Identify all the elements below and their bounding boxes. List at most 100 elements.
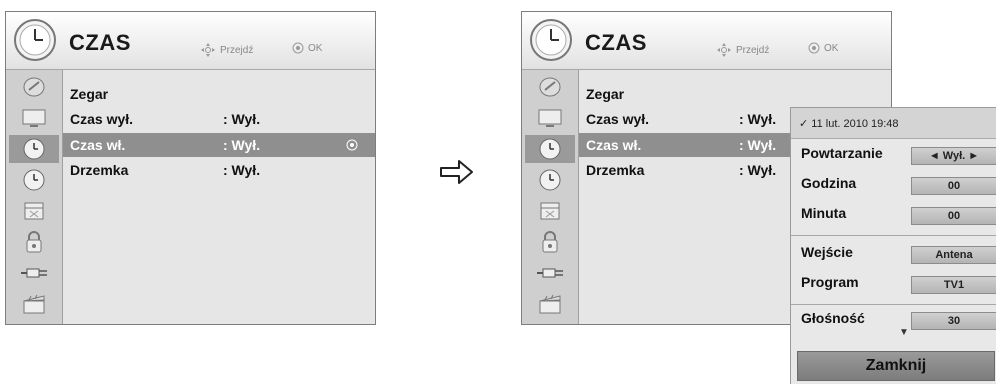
menu-row-label: Zegar	[586, 86, 625, 102]
clock-icon	[530, 19, 572, 61]
popup-row-program[interactable]: Program TV1	[791, 270, 996, 300]
input-plug-icon	[537, 268, 563, 278]
sidebar-time-alt[interactable]	[9, 166, 59, 194]
popup-row-input[interactable]: Wejście Antena	[791, 240, 996, 270]
navigate-hint-label: Przejdź	[736, 44, 770, 56]
sidebar-time-alt[interactable]	[525, 166, 575, 194]
ok-hint: OK	[808, 42, 838, 54]
menu-row-value: : Wył.	[739, 137, 777, 153]
ok-hint-label: OK	[308, 42, 323, 54]
sidebar-time[interactable]	[525, 135, 575, 163]
menu-row-label: Czas wył.	[586, 111, 650, 127]
clock-icon	[23, 138, 45, 160]
sidebar-lock[interactable]	[525, 228, 575, 256]
input-label: Wejście	[801, 244, 853, 260]
current-date-text: 11 lut. 2010 19:48	[811, 118, 899, 130]
minute-label: Minuta	[801, 205, 847, 221]
time-menu-screen-before: CZAS Przejdź OK Zegar Czas wył.: Wył. C…	[5, 11, 376, 325]
clock-icon	[539, 138, 561, 160]
menu-header: CZAS Przejdź OK	[522, 12, 891, 70]
popup-row-volume[interactable]: Głośność 30	[791, 306, 996, 336]
lock-icon	[542, 231, 558, 253]
menu-row-clock[interactable]: Zegar	[63, 82, 375, 106]
repeat-label: Powtarzanie	[801, 145, 883, 161]
sidebar-input[interactable]	[9, 259, 59, 287]
program-label: Program	[801, 274, 859, 290]
clock-icon	[539, 169, 561, 191]
volume-field[interactable]: 30	[911, 312, 996, 330]
sidebar-satellite[interactable]	[9, 73, 59, 101]
hour-field[interactable]: 00	[911, 177, 996, 195]
sidebar-picture[interactable]	[525, 104, 575, 132]
menu-row-label: Drzemka	[586, 162, 645, 178]
menu-header: CZAS Przejdź OK	[6, 12, 375, 70]
menu-row-clock[interactable]: Zegar	[579, 82, 891, 106]
sidebar-input[interactable]	[525, 259, 575, 287]
lock-icon	[26, 231, 42, 253]
menu-row-value: : Wył.	[223, 162, 261, 178]
minute-field[interactable]: 00	[911, 207, 996, 225]
sidebar-time[interactable]	[9, 135, 59, 163]
popup-row-repeat[interactable]: Powtarzanie ◄ Wył. ►	[791, 141, 996, 171]
clock-icon	[23, 169, 45, 191]
clapperboard-icon	[539, 294, 561, 314]
dpad-icon	[201, 43, 215, 57]
clock-icon	[14, 19, 56, 61]
popup-divider	[791, 304, 996, 305]
navigate-hint: Przejdź	[716, 42, 769, 58]
ok-button-icon	[346, 139, 358, 151]
on-time-settings-popup: ✓ 11 lut. 2010 19:48 Powtarzanie ◄ Wył. …	[790, 107, 996, 384]
navigate-hint: Przejdź	[200, 42, 253, 58]
sidebar-picture[interactable]	[9, 104, 59, 132]
sidebar-calendar[interactable]	[525, 197, 575, 225]
menu-row-label: Czas wył.	[70, 111, 134, 127]
category-sidebar	[6, 70, 63, 324]
input-plug-icon	[21, 268, 47, 278]
current-date-bar: ✓ 11 lut. 2010 19:48	[791, 108, 996, 139]
menu-row-value: : Wył.	[739, 111, 777, 127]
popup-row-hour[interactable]: Godzina 00	[791, 171, 996, 201]
calendar-icon	[24, 202, 44, 220]
popup-divider	[791, 235, 996, 236]
ok-button-icon	[292, 42, 304, 54]
tv-screen-icon	[22, 109, 46, 127]
navigate-hint-label: Przejdź	[220, 44, 254, 56]
menu-row-on-time[interactable]: Czas wł. : Wył.	[63, 133, 375, 157]
scroll-down-icon[interactable]: ▼	[899, 327, 909, 338]
menu-title: CZAS	[585, 30, 647, 55]
sidebar-media[interactable]	[9, 290, 59, 318]
program-field[interactable]: TV1	[911, 276, 996, 294]
dpad-icon	[717, 43, 731, 57]
satellite-icon	[539, 77, 561, 97]
tv-screen-icon	[538, 109, 562, 127]
menu-row-label: Czas wł.	[586, 137, 642, 153]
menu-row-label: Czas wł.	[70, 137, 126, 153]
menu-row-value: : Wył.	[223, 137, 261, 153]
sidebar-lock[interactable]	[9, 228, 59, 256]
menu-row-label: Drzemka	[70, 162, 129, 178]
close-button[interactable]: Zamknij	[797, 351, 995, 381]
menu-row-label: Zegar	[70, 86, 109, 102]
clapperboard-icon	[23, 294, 45, 314]
menu-title: CZAS	[69, 30, 131, 55]
popup-row-minute[interactable]: Minuta 00	[791, 201, 996, 231]
sidebar-calendar[interactable]	[9, 197, 59, 225]
ok-button-icon	[808, 42, 820, 54]
calendar-icon	[540, 202, 560, 220]
volume-label: Głośność	[801, 310, 865, 326]
satellite-icon	[23, 77, 45, 97]
hour-label: Godzina	[801, 175, 857, 191]
ok-hint-label: OK	[824, 42, 839, 54]
menu-row-value: : Wył.	[223, 111, 261, 127]
sidebar-media[interactable]	[525, 290, 575, 318]
step-arrow-icon	[440, 160, 473, 184]
menu-row-sleep-timer[interactable]: Drzemka : Wył.	[63, 158, 375, 182]
repeat-selector[interactable]: ◄ Wył. ►	[911, 147, 996, 165]
menu-row-off-time[interactable]: Czas wył. : Wył.	[63, 107, 375, 131]
menu-row-value: : Wył.	[739, 162, 777, 178]
input-field[interactable]: Antena	[911, 246, 996, 264]
category-sidebar	[522, 70, 579, 324]
ok-hint: OK	[292, 42, 322, 54]
current-date: ✓ 11 lut. 2010 19:48	[799, 118, 899, 130]
sidebar-satellite[interactable]	[525, 73, 575, 101]
